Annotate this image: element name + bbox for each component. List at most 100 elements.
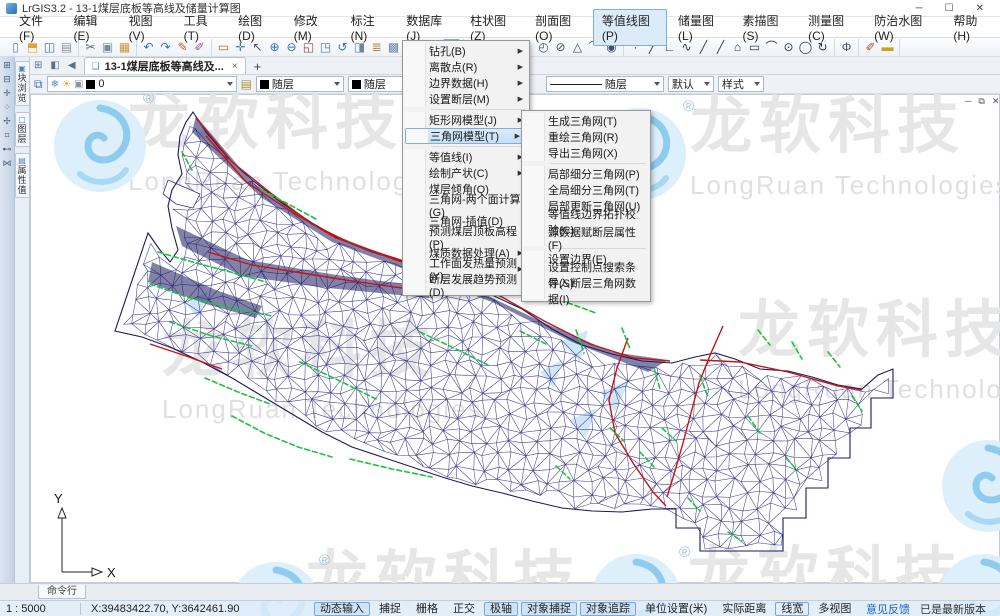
default-combo[interactable]: 默认 [668, 76, 714, 92]
menubar-item[interactable]: 修改(M) [285, 9, 340, 46]
tab-close-icon[interactable]: × [232, 61, 238, 72]
node-move-icon[interactable]: ✛ [3, 88, 11, 99]
dropdown-menu-item[interactable]: 矩形网模型(J)▶ [403, 112, 529, 128]
layer-color-swatch [86, 80, 95, 89]
menubar-item[interactable]: 文件(F) [10, 9, 62, 46]
node-join-icon[interactable]: ⋈ [3, 158, 12, 169]
status-toggle-实际距离[interactable]: 实际距离 [716, 602, 772, 616]
menubar-item[interactable]: 帮助(H) [944, 9, 998, 46]
dropdown-menu-item[interactable]: 设置断层(M) ▶ [403, 91, 529, 107]
menubar-item[interactable]: 测量图(C) [799, 9, 863, 46]
menubar-item[interactable]: 储量图(L) [669, 9, 731, 46]
status-bar: 1 : 5000 X:39483422.70, Y:3642461.90 动态输… [0, 600, 1000, 616]
menubar-item[interactable]: 防治水图(W) [865, 9, 942, 46]
menubar-item[interactable]: 素描图(S) [733, 9, 797, 46]
status-toggle-极轴[interactable]: 极轴 [484, 602, 518, 616]
mdi-close-icon[interactable]: ✕ [992, 96, 1000, 107]
dropdown-menu-item[interactable]: 离散点(R)▶ [403, 59, 529, 75]
color-value: 随层 [272, 76, 294, 92]
layer-manager-icon[interactable]: ▤ [241, 77, 252, 91]
dropdown-menu-item[interactable]: 预测煤层顶板高程(P) [403, 229, 529, 245]
status-toggle-线宽[interactable]: 线宽 [775, 602, 809, 616]
status-toggle-栅格[interactable]: 栅格 [410, 602, 444, 616]
submenu-item[interactable]: 源数据赋断层属性(F) [522, 230, 650, 246]
node-del-icon[interactable]: ⊟ [3, 74, 11, 85]
submenu-arrow-icon: ▶ [518, 95, 523, 103]
node-array-icon[interactable]: ⁘ [3, 102, 11, 113]
menubar-item[interactable]: 剖面图(O) [526, 9, 591, 46]
style-combo[interactable]: 样式 [718, 76, 764, 92]
menu-item-label: 等值线(I) [429, 149, 472, 165]
layer-combo[interactable]: ❄ ☀ ▣ 0 [47, 76, 237, 92]
submenu-item[interactable]: 导入断层三角网数据(I) [522, 283, 650, 299]
menu-separator [431, 146, 525, 147]
command-line-strip: 命令行 [0, 583, 1000, 600]
submenu-arrow-icon: ▶ [518, 79, 523, 87]
linetype-combo[interactable]: 随层 [546, 76, 664, 92]
menu-item-label: 导入断层三角网数据(I) [548, 275, 644, 307]
current-layer-value: 0 [98, 78, 104, 90]
menu-item-label: 导出三角网(X) [548, 145, 618, 161]
match-properties-icon[interactable]: ⧉ [34, 77, 43, 92]
pin-panel-icon[interactable]: ⊞ [30, 60, 46, 71]
triangle-mesh-submenu: 生成三角网(T)重绘三角网(R)导出三角网(X) 局部细分三角网(P)全局细分三角… [521, 110, 651, 302]
panel-tab-icon: ▣ [18, 64, 26, 73]
command-line-tab[interactable]: 命令行 [38, 585, 86, 599]
menubar-item[interactable]: 视图(V) [120, 9, 173, 46]
menubar-item[interactable]: 绘图(D) [229, 9, 283, 46]
scale-indicator: 1 : 5000 [6, 603, 76, 615]
menu-item-label: 源数据赋断层属性(F) [548, 224, 644, 252]
panel-tab-块浏览[interactable]: ▣块浏览 [15, 61, 30, 106]
status-toggle-捕捉[interactable]: 捕捉 [373, 602, 407, 616]
node-link-icon[interactable]: ⊷ [3, 144, 12, 155]
status-toggle-对象捕捉[interactable]: 对象捕捉 [521, 602, 577, 616]
color-combo-1[interactable]: 随层 [256, 76, 344, 92]
panel-tab-icon: ▤ [18, 156, 26, 165]
submenu-item[interactable]: 生成三角网(T) [522, 113, 650, 129]
menubar-item[interactable]: 编辑(E) [64, 9, 117, 46]
dropdown-menu-item[interactable]: 钻孔(B)▶ [403, 43, 529, 59]
menubar-item[interactable]: 标注(N) [342, 9, 396, 46]
split-panel-icon[interactable]: ◧ [46, 60, 63, 71]
submenu-arrow-icon: ▶ [518, 63, 523, 71]
menubar-item[interactable]: 工具(T) [175, 9, 227, 46]
status-toggle-正交[interactable]: 正交 [447, 602, 481, 616]
node-add-icon[interactable]: ⊞ [3, 60, 11, 71]
status-toggle-多视图[interactable]: 多视图 [812, 602, 857, 616]
mdi-restore-icon[interactable]: ⧉ [978, 96, 984, 107]
dropdown-menu-item[interactable]: 边界数据(H)▶ [403, 75, 529, 91]
menu-item-label: 三角网模型(T) [430, 128, 499, 144]
submenu-item[interactable]: 重绘三角网(R) [522, 129, 650, 145]
layer-on-icon: ☀ [62, 79, 71, 90]
color-swatch [352, 80, 361, 89]
panel-tab-属性值[interactable]: ▤属性值 [15, 153, 30, 198]
menubar-item[interactable]: 等值线图(P) [593, 9, 667, 46]
menu-item-label: 矩形网模型(J) [429, 112, 497, 128]
node-grid-icon[interactable]: ⌗ [4, 130, 9, 141]
linetype-swatch [550, 84, 602, 85]
menu-separator [431, 109, 525, 110]
dropdown-menu-item[interactable]: 三角网模型(T)▶ [405, 128, 527, 144]
status-toggle-动态输入[interactable]: 动态输入 [314, 602, 370, 616]
new-tab-button[interactable]: + [246, 59, 270, 74]
dropdown-menu-item[interactable]: 绘制产状(C)▶ [403, 165, 529, 181]
dropdown-menu-item[interactable]: 等值线(I)▶ [403, 149, 529, 165]
mdi-minimize-icon[interactable]: ─ [965, 96, 971, 107]
document-tab[interactable]: ❏ 13-1煤层底板等高线及... × [84, 57, 246, 74]
scroll-left-icon[interactable]: ◀ [64, 60, 80, 71]
dropdown-caret-icon [704, 82, 710, 86]
submenu-item[interactable]: 局部细分三角网(P) [522, 166, 650, 182]
panel-tab-图层[interactable]: ▢图层 [15, 112, 30, 147]
feedback-link[interactable]: 意见反馈 [866, 601, 910, 616]
dropdown-caret-icon [334, 82, 340, 86]
menu-item-label: 设置断层(M) [429, 91, 490, 107]
dropdown-menu-item[interactable]: 三角网-两个面计算(G) [403, 197, 529, 213]
dropdown-menu-item[interactable]: 断层发展趋势预测(D) [403, 277, 529, 293]
status-toggle-单位设置(米)[interactable]: 单位设置(米) [639, 602, 713, 616]
node-cross-icon[interactable]: ✢ [3, 116, 11, 127]
menu-item-label: 全局细分三角网(T) [548, 182, 639, 198]
status-toggle-对象追踪[interactable]: 对象追踪 [580, 602, 636, 616]
submenu-item[interactable]: 全局细分三角网(T) [522, 182, 650, 198]
document-tab-title: 13-1煤层底板等高线及... [105, 58, 224, 74]
submenu-item[interactable]: 导出三角网(X) [522, 145, 650, 161]
